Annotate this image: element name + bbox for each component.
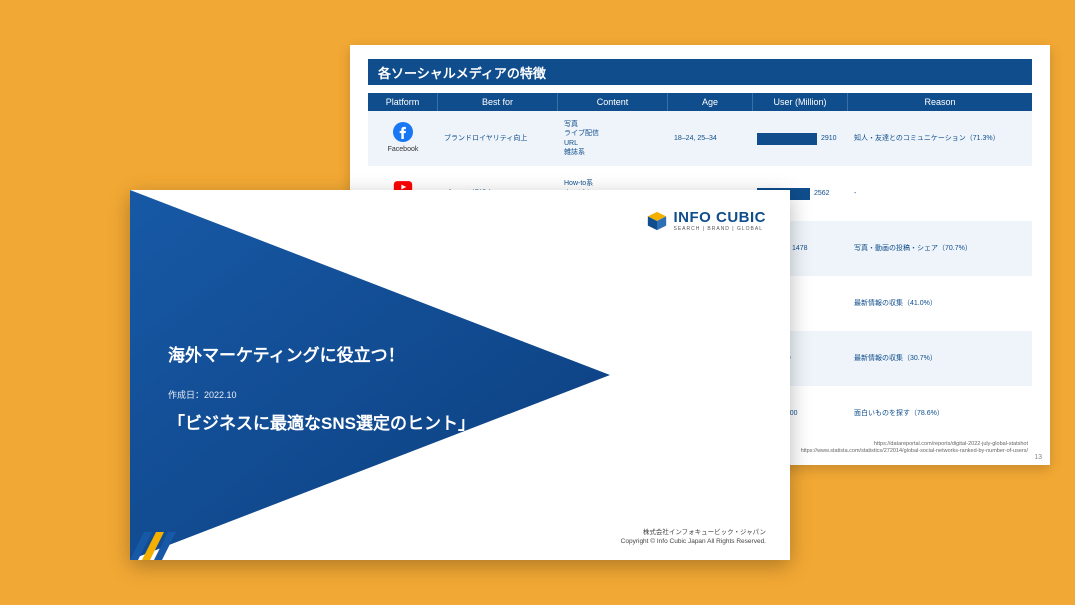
user-value: 2910	[819, 134, 837, 143]
copyright-line: 株式会社インフォキュービック・ジャパン	[621, 528, 766, 537]
user-value: 2562	[812, 189, 830, 198]
title-line1: 海外マーケティングに役立つ！	[168, 339, 475, 373]
cell-content: 写真 ライブ配信 URL 雑誌系	[558, 111, 668, 166]
cell-reason: 最新情報の収集（30.7%）	[848, 331, 1032, 386]
cell-reason: 知人・友達とのコミュニケーション（71.3%）	[848, 111, 1032, 166]
cell-user: 2910	[753, 111, 848, 166]
user-bar	[757, 133, 817, 145]
table-row: Facebook ブランドロイヤリティ向上 写真 ライブ配信 URL 雑誌系 1…	[368, 111, 1032, 166]
brand-logo: INFO CUBIC SEARCH | BRAND | GLOBAL	[646, 210, 767, 232]
back-title: 各ソーシャルメディアの特徴	[378, 63, 546, 82]
th-user: User (Million)	[753, 93, 848, 111]
corner-stripes-icon	[130, 532, 180, 560]
cell-bestfor: ブランドロイヤリティ向上	[438, 111, 558, 166]
th-bestfor: Best for	[438, 93, 558, 111]
th-platform: Platform	[368, 93, 438, 111]
cell-reason: 最新情報の収集（41.0%）	[848, 276, 1032, 331]
copyright-line: Copyright © Info Cubic Japan All Rights …	[621, 537, 766, 546]
cell-age: 18–24, 25–34	[668, 111, 753, 166]
th-content: Content	[558, 93, 668, 111]
cube-icon	[646, 210, 668, 232]
th-age: Age	[668, 93, 753, 111]
slide-front: 海外マーケティングに役立つ！ 「ビジネスに最適なSNS選定のヒント」 作成日：2…	[130, 190, 790, 560]
logo-sub-text: SEARCH | BRAND | GLOBAL	[674, 227, 767, 232]
footnote-line: https://www.statista.com/statistics/2720…	[801, 448, 1028, 455]
back-footnote: https://datareportal.com/reports/digital…	[801, 441, 1028, 455]
footnote-line: https://datareportal.com/reports/digital…	[801, 441, 1028, 448]
page-number: 13	[1034, 454, 1042, 461]
platform-label: Facebook	[388, 145, 419, 154]
facebook-icon	[393, 122, 413, 142]
cell-reason: 写真・動画の投稿・シェア（70.7%）	[848, 221, 1032, 276]
copyright: 株式会社インフォキュービック・ジャパン Copyright © Info Cub…	[621, 528, 766, 546]
cell-reason: 面白いものを探す（78.6%）	[848, 386, 1032, 441]
th-reason: Reason	[848, 93, 1032, 111]
logo-main-text: INFO CUBIC	[674, 210, 767, 225]
cell-reason: -	[848, 166, 1032, 221]
table-header: Platform Best for Content Age User (Mill…	[368, 93, 1032, 111]
user-value: 1478	[790, 244, 808, 253]
title-line2: 「ビジネスに最適なSNS選定のヒント」	[168, 407, 475, 441]
back-title-bar: 各ソーシャルメディアの特徴	[368, 59, 1032, 85]
slide-date: 作成日：2022.10	[168, 388, 237, 401]
